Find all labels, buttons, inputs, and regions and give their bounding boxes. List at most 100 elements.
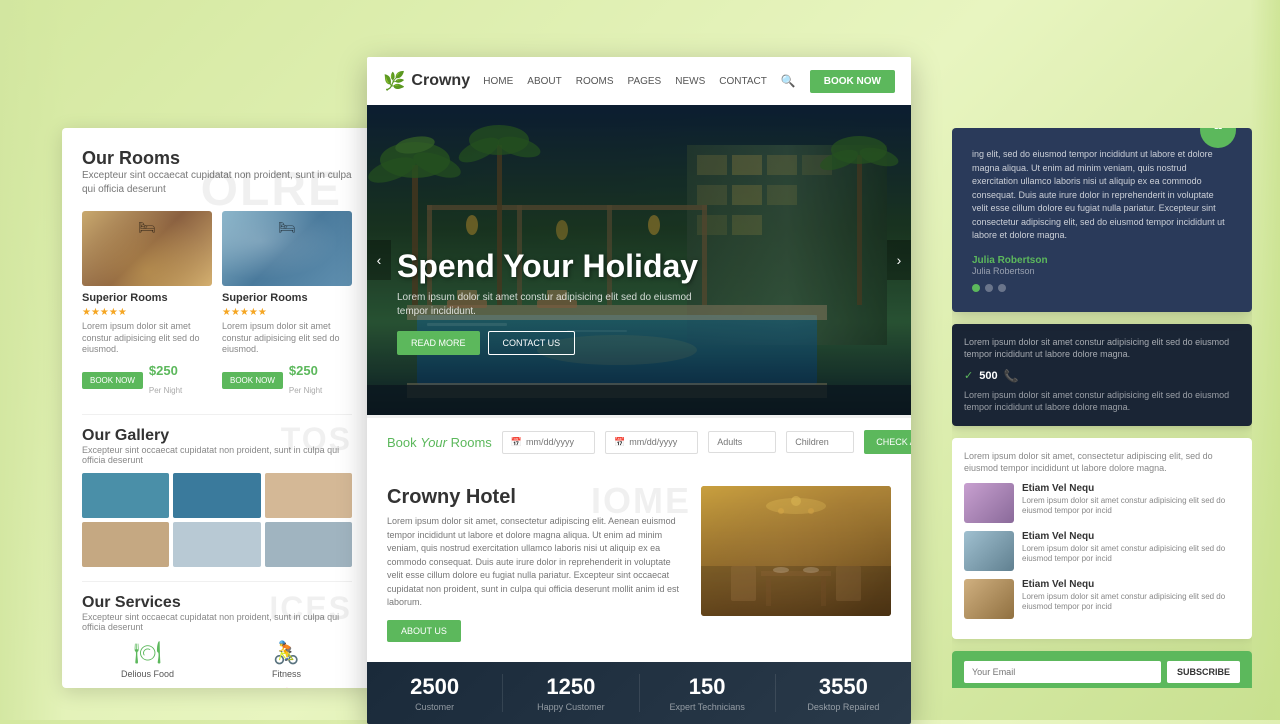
price-value-2: $250 [289, 363, 318, 378]
right-stat-text2: Lorem ipsum dolor sit amet constur adipi… [964, 389, 1240, 414]
nav-rooms[interactable]: ROOMS [576, 76, 614, 87]
service-name-1: Delious Food [82, 669, 213, 679]
gallery-section: Our Gallery TOS Excepteur sint occaecat … [82, 414, 352, 567]
check-availability-button[interactable]: CHECK AVAILABILITY [864, 430, 911, 454]
stat-label-1: Customer [367, 702, 502, 712]
stat-item-2: 1250 Happy Customer [503, 674, 639, 712]
booking-bar: Book Your Rooms 📅 📅 CHECK AVAILABILITY [367, 415, 911, 466]
room-desc-1: Lorem ipsum dolor sit amet constur adipi… [82, 321, 212, 356]
adults-field[interactable] [717, 437, 767, 447]
side-blur-right [1250, 0, 1280, 720]
newsletter-card: SUBSCRIBE [952, 651, 1252, 688]
hero-section: ‹ › Spend Your Holiday Lorem ipsum dolor… [367, 105, 911, 415]
welcome-section: Crowny Hotel IOME Lorem ipsum dolor sit … [367, 466, 911, 662]
hero-next-button[interactable]: › [887, 240, 911, 280]
service-icon-2: 🚴 [221, 640, 352, 666]
right-panel: ❝ ing elit, sed do eiusmod tempor incidi… [952, 128, 1252, 688]
room-name-1: Superior Rooms [82, 292, 212, 304]
nav-news[interactable]: NEWS [675, 76, 705, 87]
nav-about[interactable]: ABOUT [527, 76, 561, 87]
service-item-3: 🍽 Inhouse Restaurant [82, 687, 213, 688]
dot-2[interactable] [985, 284, 993, 292]
rooms-title: Our Rooms [82, 148, 180, 168]
service-icon-4: 🌸 [221, 687, 352, 688]
service-icon-3: 🍽 [82, 687, 213, 688]
subscribe-button[interactable]: SUBSCRIBE [1167, 661, 1240, 683]
stat-label-2: Happy Customer [503, 702, 638, 712]
logo: 🌿 Crowny [383, 71, 470, 92]
services-grid: 🍽 Delious Food 🚴 Fitness 🍽 Inhouse Resta… [82, 640, 352, 688]
testimonial-dots [972, 284, 1232, 292]
room-name-2: Superior Rooms [222, 292, 352, 304]
room-desc-2: Lorem ipsum dolor sit amet constur adipi… [222, 321, 352, 356]
left-panel: Our Rooms OLRE Excepteur sint occaecat c… [62, 128, 372, 688]
news-desc-3: Lorem ipsum dolor sit amet constur adipi… [1022, 592, 1240, 613]
rooms-grid: 🛏 Superior Rooms ★★★★★ Lorem ipsum dolor… [82, 211, 352, 398]
room-stars-1: ★★★★★ [82, 307, 212, 318]
newsletter-input[interactable] [964, 661, 1161, 683]
navbar: 🌿 Crowny HOME ABOUT ROOMS PAGES NEWS CON… [367, 57, 911, 105]
nav-pages[interactable]: PAGES [628, 76, 662, 87]
stat-number-1: 2500 [367, 674, 502, 700]
nav-home[interactable]: HOME [483, 76, 513, 87]
right-stat-value: 500 [979, 370, 997, 382]
adults-input[interactable] [708, 431, 776, 453]
room-card-1: 🛏 Superior Rooms ★★★★★ Lorem ipsum dolor… [82, 211, 212, 398]
room-image-2: 🛏 [222, 211, 352, 286]
gallery-item-5 [173, 522, 260, 567]
booking-label-end: Rooms [447, 435, 492, 450]
service-item-1: 🍽 Delious Food [82, 640, 213, 679]
stat-number-3: 150 [640, 674, 775, 700]
stat-check-icon: ✓ [964, 369, 973, 382]
stat-phone-icon: 📞 [1004, 369, 1019, 383]
news-description: Lorem ipsum dolor sit amet, consectetur … [964, 450, 1240, 475]
news-desc-1: Lorem ipsum dolor sit amet constur adipi… [1022, 496, 1240, 517]
room-footer-1: BOOK NOW $250 Per Night [82, 362, 212, 398]
welcome-image [701, 486, 891, 616]
nav-contact[interactable]: CONTACT [719, 76, 767, 87]
check-in-field[interactable] [526, 437, 586, 447]
stat-label-3: Expert Technicians [640, 702, 775, 712]
room-footer-2: BOOK NOW $250 Per Night [222, 362, 352, 398]
news-desc-2: Lorem ipsum dolor sit amet constur adipi… [1022, 544, 1240, 565]
welcome-watermark: IOME [591, 480, 691, 522]
search-icon[interactable]: 🔍 [781, 74, 796, 88]
check-out-field[interactable] [629, 437, 689, 447]
news-content-3: Etiam Vel Nequ Lorem ipsum dolor sit ame… [1022, 579, 1240, 613]
booking-label-start: Book [387, 435, 420, 450]
book-button-2[interactable]: BOOK NOW [222, 372, 283, 389]
service-item-4: 🌸 Beauty Spa [221, 687, 352, 688]
about-us-button[interactable]: ABOUT US [387, 620, 461, 642]
testimonial-text: ing elit, sed do eiusmod tempor incididu… [972, 148, 1232, 243]
hero-content: Spend Your Holiday Lorem ipsum dolor sit… [397, 248, 698, 355]
calendar-icon-1: 📅 [511, 437, 522, 448]
children-field[interactable] [795, 437, 845, 447]
news-title-3: Etiam Vel Nequ [1022, 579, 1240, 590]
hero-prev-button[interactable]: ‹ [367, 240, 391, 280]
check-out-input[interactable]: 📅 [605, 431, 698, 454]
check-in-input[interactable]: 📅 [502, 431, 595, 454]
stat-number-2: 1250 [503, 674, 638, 700]
welcome-text: Crowny Hotel IOME Lorem ipsum dolor sit … [387, 486, 681, 642]
news-item-2: Etiam Vel Nequ Lorem ipsum dolor sit ame… [964, 531, 1240, 571]
book-now-button[interactable]: BOOK NOW [810, 70, 895, 93]
gallery-grid [82, 473, 352, 567]
welcome-image-illustration [701, 486, 891, 616]
per-night-2: Per Night [289, 386, 322, 395]
per-night-1: Per Night [149, 386, 182, 395]
gallery-item-1 [82, 473, 169, 518]
news-card: Lorem ipsum dolor sit amet, consectetur … [952, 438, 1252, 639]
dot-1[interactable] [972, 284, 980, 292]
book-button-1[interactable]: BOOK NOW [82, 372, 143, 389]
stat-label-4: Desktop Repaired [776, 702, 911, 712]
gallery-item-3 [265, 473, 352, 518]
price-value-1: $250 [149, 363, 178, 378]
room-price-2: $250 Per Night [289, 362, 322, 398]
children-input[interactable] [786, 431, 854, 453]
dot-3[interactable] [998, 284, 1006, 292]
read-more-button[interactable]: READ MORE [397, 331, 480, 355]
contact-us-button[interactable]: CONTACT US [488, 331, 576, 355]
stats-bar: 2500 Customer 1250 Happy Customer 150 Ex… [367, 662, 911, 724]
news-image-3 [964, 579, 1014, 619]
side-blur-left [0, 0, 65, 720]
